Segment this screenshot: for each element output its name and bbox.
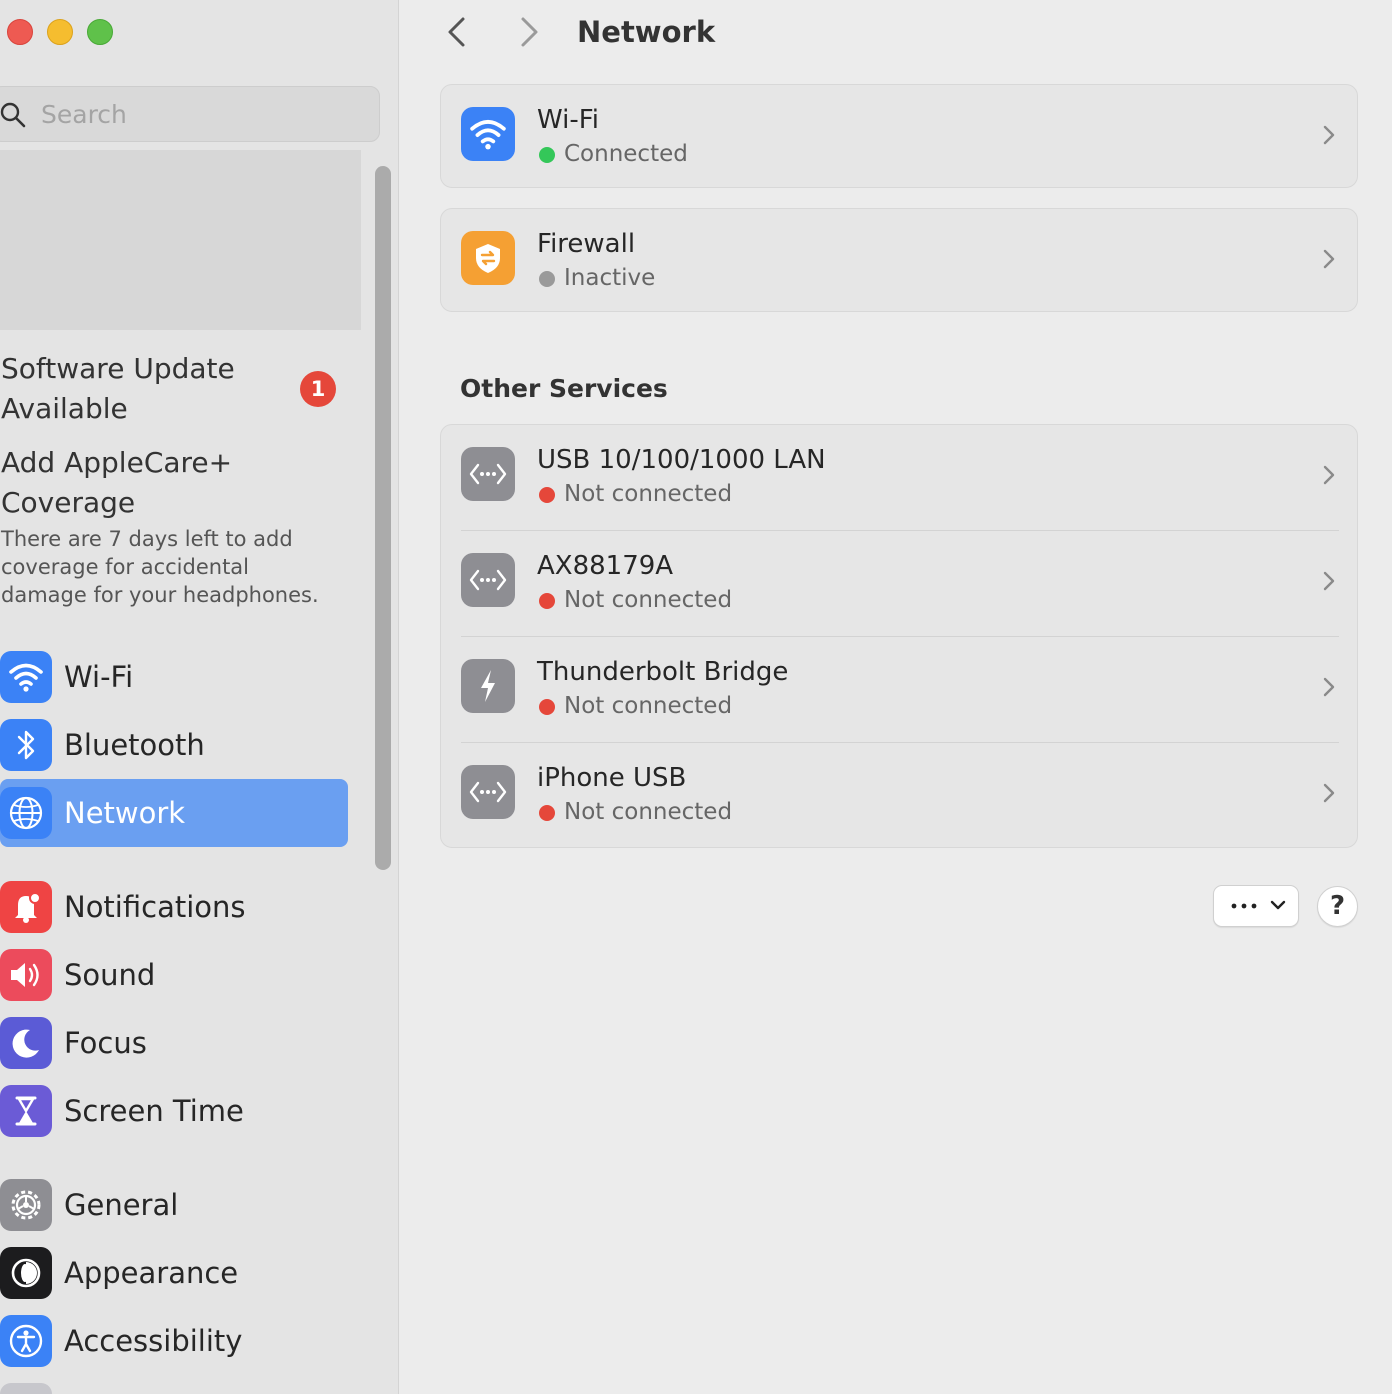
service-status: Not connected: [564, 799, 733, 825]
forward-chevron-icon[interactable]: [510, 14, 546, 50]
sidebar-item-network[interactable]: Network: [0, 779, 348, 847]
wifi-card: Wi-Fi Connected: [440, 84, 1358, 188]
more-actions-button[interactable]: [1213, 885, 1299, 927]
sidebar-scrollbar[interactable]: [375, 166, 391, 870]
minimize-window-button[interactable]: [47, 19, 73, 45]
ethernet-icon: [461, 553, 515, 607]
status-indicator: [539, 487, 555, 503]
sidebar-item-label: Sound: [64, 958, 156, 992]
sidebar-item-label: General: [64, 1188, 179, 1222]
sidebar-item-label: Accessibility: [64, 1324, 243, 1358]
software-update-item[interactable]: Software Update Available 1: [0, 349, 345, 431]
service-row-ax88179a[interactable]: AX88179A Not connected: [441, 531, 1357, 637]
other-services-heading: Other Services: [460, 374, 668, 403]
ethernet-icon: [461, 765, 515, 819]
chevron-right-icon: [1323, 571, 1335, 591]
appearance-icon: [0, 1247, 52, 1299]
status-indicator: [539, 593, 555, 609]
sidebar-item-label: Bluetooth: [64, 728, 205, 762]
sidebar-item-partial[interactable]: [0, 1375, 348, 1394]
close-window-button[interactable]: [7, 19, 33, 45]
service-title: USB 10/100/1000 LAN: [537, 445, 826, 475]
sidebar-item-accessibility[interactable]: Accessibility: [0, 1307, 348, 1375]
applecare-description: There are 7 days left to add coverage fo…: [1, 527, 319, 607]
service-title: iPhone USB: [537, 763, 687, 793]
firewall-card: Firewall Inactive: [440, 208, 1358, 312]
globe-icon: [0, 787, 52, 839]
status-indicator: [539, 147, 555, 163]
sidebar-item-label: Focus: [64, 1026, 147, 1060]
chevron-right-icon: [1323, 249, 1335, 269]
status-indicator: [539, 805, 555, 821]
search-field[interactable]: [0, 86, 380, 142]
accessibility-icon: [0, 1315, 52, 1367]
software-update-label: Software Update Available: [1, 352, 235, 425]
service-row-wifi[interactable]: Wi-Fi Connected: [441, 85, 1357, 187]
apple-account-card[interactable]: [0, 150, 361, 330]
applecare-title: Add AppleCare+ Coverage: [1, 446, 233, 519]
other-services-card: USB 10/100/1000 LAN Not connected AX8817…: [440, 424, 1358, 848]
gear-icon: [0, 1179, 52, 1231]
sidebar-item-sound[interactable]: Sound: [0, 941, 348, 1009]
settings-item-icon: [0, 1383, 52, 1394]
chevron-right-icon: [1323, 783, 1335, 803]
service-row-usb-lan[interactable]: USB 10/100/1000 LAN Not connected: [441, 425, 1357, 531]
sidebar-item-label: Network: [64, 796, 186, 830]
applecare-item[interactable]: Add AppleCare+ Coverage There are 7 days…: [0, 443, 345, 609]
wifi-icon: [461, 107, 515, 161]
service-title: Firewall: [537, 229, 636, 259]
zoom-window-button[interactable]: [87, 19, 113, 45]
status-indicator: [539, 271, 555, 287]
service-row-firewall[interactable]: Firewall Inactive: [441, 209, 1357, 311]
sidebar-item-bluetooth[interactable]: Bluetooth: [0, 711, 348, 779]
ellipsis-chevron-icon: [1231, 900, 1286, 910]
page-title: Network: [577, 15, 716, 49]
hourglass-icon: [0, 1085, 52, 1137]
sidebar-item-label: Wi-Fi: [64, 660, 134, 694]
back-chevron-icon[interactable]: [440, 14, 476, 50]
update-count-badge: 1: [300, 371, 336, 407]
service-title: Thunderbolt Bridge: [537, 657, 789, 687]
search-icon: [0, 102, 26, 128]
service-status: Not connected: [564, 693, 733, 719]
chevron-right-icon: [1323, 465, 1335, 485]
speaker-icon: [0, 949, 52, 1001]
service-status: Not connected: [564, 481, 733, 507]
ethernet-icon: [461, 447, 515, 501]
sidebar-item-label: Screen Time: [64, 1094, 244, 1128]
toolbar: [400, 0, 1392, 64]
chevron-right-icon: [1323, 677, 1335, 697]
sidebar-item-appearance[interactable]: Appearance: [0, 1239, 348, 1307]
service-row-thunderbolt-bridge[interactable]: Thunderbolt Bridge Not connected: [441, 637, 1357, 743]
service-title: Wi-Fi: [537, 105, 600, 135]
service-status: Not connected: [564, 587, 733, 613]
sidebar-item-label: Notifications: [64, 890, 246, 924]
bell-icon: [0, 881, 52, 933]
service-status: Inactive: [564, 265, 656, 291]
sidebar: Software Update Available 1 Add AppleCar…: [0, 0, 399, 1394]
service-title: AX88179A: [537, 551, 674, 581]
bluetooth-icon: [0, 719, 52, 771]
status-indicator: [539, 699, 555, 715]
firewall-icon: [461, 231, 515, 285]
service-status: Connected: [564, 141, 688, 167]
service-row-iphone-usb[interactable]: iPhone USB Not connected: [441, 743, 1357, 847]
search-input[interactable]: [41, 97, 361, 131]
help-button[interactable]: ?: [1317, 886, 1358, 927]
wifi-icon: [0, 651, 52, 703]
chevron-right-icon: [1323, 125, 1335, 145]
sidebar-item-wifi[interactable]: Wi-Fi: [0, 643, 348, 711]
sidebar-item-focus[interactable]: Focus: [0, 1009, 348, 1077]
sidebar-item-general[interactable]: General: [0, 1171, 348, 1239]
sidebar-item-notifications[interactable]: Notifications: [0, 873, 348, 941]
moon-icon: [0, 1017, 52, 1069]
sidebar-item-label: Appearance: [64, 1256, 239, 1290]
sidebar-item-screen-time[interactable]: Screen Time: [0, 1077, 348, 1145]
thunderbolt-icon: [461, 659, 515, 713]
